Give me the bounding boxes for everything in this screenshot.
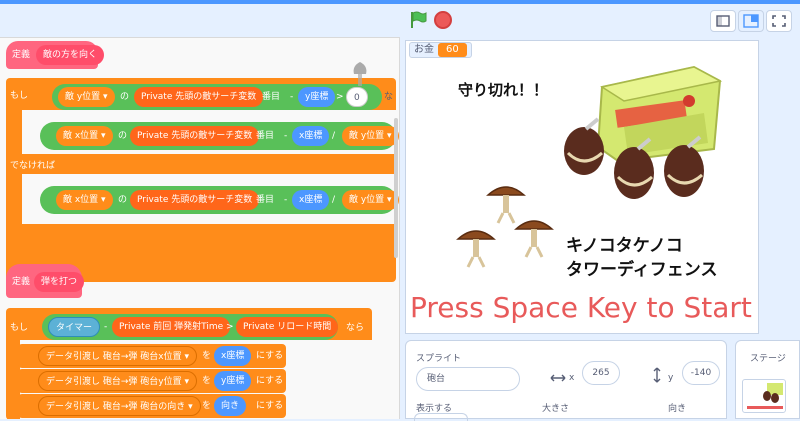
- code-area[interactable]: 定義 敵の方を向く もし 敵 y位置 ▾ の Private 先頭の敵サーチ変数…: [0, 37, 400, 419]
- direction-label: 向き: [668, 404, 687, 414]
- define-name: 弾を打つ: [34, 272, 85, 292]
- value-reporter[interactable]: 向き: [214, 396, 247, 416]
- stage-target-panel[interactable]: ステージ: [735, 340, 800, 419]
- y-coord-reporter[interactable]: y座標: [298, 87, 336, 107]
- of-text: の: [120, 92, 130, 102]
- money-monitor: お金 60: [409, 42, 472, 58]
- stage-thumbnail[interactable]: [742, 379, 786, 413]
- if-label: もし: [10, 323, 29, 333]
- else-label: でなければ: [10, 161, 56, 171]
- sprite-label: スプライト: [416, 354, 462, 364]
- then-label: なら: [346, 323, 365, 333]
- x-input[interactable]: 265: [582, 361, 620, 385]
- wo-text: を: [202, 351, 212, 361]
- gt-text: >: [336, 92, 344, 102]
- sprite-info-panel: スプライト 砲台 x 265 y -140 表示する 大きさ 向き: [405, 340, 727, 421]
- gt-text: >: [226, 322, 234, 332]
- reload-variable[interactable]: Private リロード時間: [236, 317, 339, 337]
- x-label: x: [569, 373, 575, 383]
- define-block-shoot[interactable]: 定義 弾を打つ: [6, 264, 85, 298]
- fullscreen-button[interactable]: [766, 10, 792, 32]
- of-text: の: [118, 131, 128, 141]
- minus-text: -: [284, 131, 288, 141]
- visibility-toggle[interactable]: [414, 413, 468, 421]
- index-text: 番目: [262, 92, 281, 102]
- suru-text: にする: [256, 351, 284, 361]
- monitor-value: 60: [438, 43, 467, 57]
- define-label: 定義: [12, 50, 31, 60]
- size-label: 大きさ: [542, 404, 570, 414]
- y-input[interactable]: -140: [682, 361, 720, 385]
- index-text: 番目: [256, 195, 275, 205]
- minus-text: -: [284, 195, 288, 205]
- enemy-y-list[interactable]: 敵 y位置 ▾: [342, 126, 399, 146]
- enemy-y-list[interactable]: 敵 y位置 ▾: [342, 190, 399, 210]
- wo-text: を: [202, 376, 212, 386]
- define-block-face-enemy[interactable]: 定義 敵の方を向く: [6, 41, 105, 69]
- sprite-name-field[interactable]: 砲台: [416, 367, 520, 391]
- variable-dropdown[interactable]: データ引渡し 砲台→弾 砲台x位置 ▾: [38, 346, 197, 366]
- mushroom-walkers-image: [456, 186, 554, 268]
- suru-text: にする: [256, 376, 284, 386]
- code-scrollbar[interactable]: [394, 118, 398, 258]
- wo-text: を: [202, 401, 212, 411]
- set-variable-block[interactable]: データ引渡し 砲台→弾 砲台x位置 ▾ を x座標 にする: [18, 344, 286, 368]
- divide-text: /: [332, 131, 336, 141]
- variable-dropdown[interactable]: データ引渡し 砲台→弾 砲台y位置 ▾: [38, 371, 197, 391]
- top-text: 守り切れ！！: [458, 81, 549, 99]
- value-reporter[interactable]: x座標: [214, 346, 252, 366]
- game-title-line2: タワーディフェンス: [566, 260, 718, 280]
- green-flag-icon[interactable]: [408, 10, 428, 30]
- stage-canvas[interactable]: 守り切れ！！ キノコタケノコ タワーディフェンス Press Space Key…: [405, 40, 759, 334]
- minus-text: -: [104, 322, 108, 332]
- search-variable[interactable]: Private 先頭の敵サーチ変数: [130, 126, 260, 146]
- x-coord-reporter[interactable]: x座標: [292, 190, 330, 210]
- define-name: 敵の方を向く: [36, 45, 105, 65]
- minus-text: -: [290, 92, 294, 102]
- last-shot-variable[interactable]: Private 前回 弾発射Time: [112, 317, 231, 337]
- set-variable-block[interactable]: データ引渡し 砲台→弾 砲台y位置 ▾ を y座標 にする: [18, 369, 286, 393]
- stop-icon[interactable]: [434, 11, 452, 29]
- y-arrow-icon: [653, 367, 661, 383]
- small-stage-button[interactable]: [710, 10, 736, 32]
- mushroom-sprite-icon: [350, 60, 370, 90]
- variable-dropdown[interactable]: データ引渡し 砲台→弾 砲台の向き ▾: [38, 396, 201, 416]
- value-reporter[interactable]: y座標: [214, 371, 252, 391]
- enemy-x-list[interactable]: 敵 x位置 ▾: [56, 126, 113, 146]
- mushroom-enemies-image: [564, 117, 704, 199]
- then-label: な: [384, 92, 394, 102]
- search-variable[interactable]: Private 先頭の敵サーチ変数: [130, 190, 260, 210]
- y-label: y: [668, 373, 674, 383]
- x-arrow-icon: [550, 374, 566, 382]
- set-variable-block[interactable]: データ引渡し 砲台→弾 砲台の向き ▾ を 向き にする: [18, 394, 286, 418]
- x-coord-reporter[interactable]: x座標: [292, 126, 330, 146]
- if-label: もし: [10, 91, 29, 101]
- enemy-y-list[interactable]: 敵 y位置 ▾: [58, 87, 115, 107]
- large-stage-button[interactable]: [738, 10, 764, 32]
- monitor-label: お金: [414, 44, 434, 55]
- suru-text: にする: [256, 401, 284, 411]
- index-text: 番目: [256, 131, 275, 141]
- define-label: 定義: [12, 277, 31, 287]
- divide-text: /: [332, 195, 336, 205]
- search-variable[interactable]: Private 先頭の敵サーチ変数: [134, 87, 264, 107]
- game-title-line1: キノコタケノコ: [566, 236, 683, 256]
- enemy-x-list[interactable]: 敵 x位置 ▾: [56, 190, 113, 210]
- press-start-text: Press Space Key to Start: [410, 291, 752, 324]
- stage-panel-title: ステージ: [750, 354, 786, 364]
- timer-reporter[interactable]: タイマー: [48, 317, 101, 337]
- of-text: の: [118, 195, 128, 205]
